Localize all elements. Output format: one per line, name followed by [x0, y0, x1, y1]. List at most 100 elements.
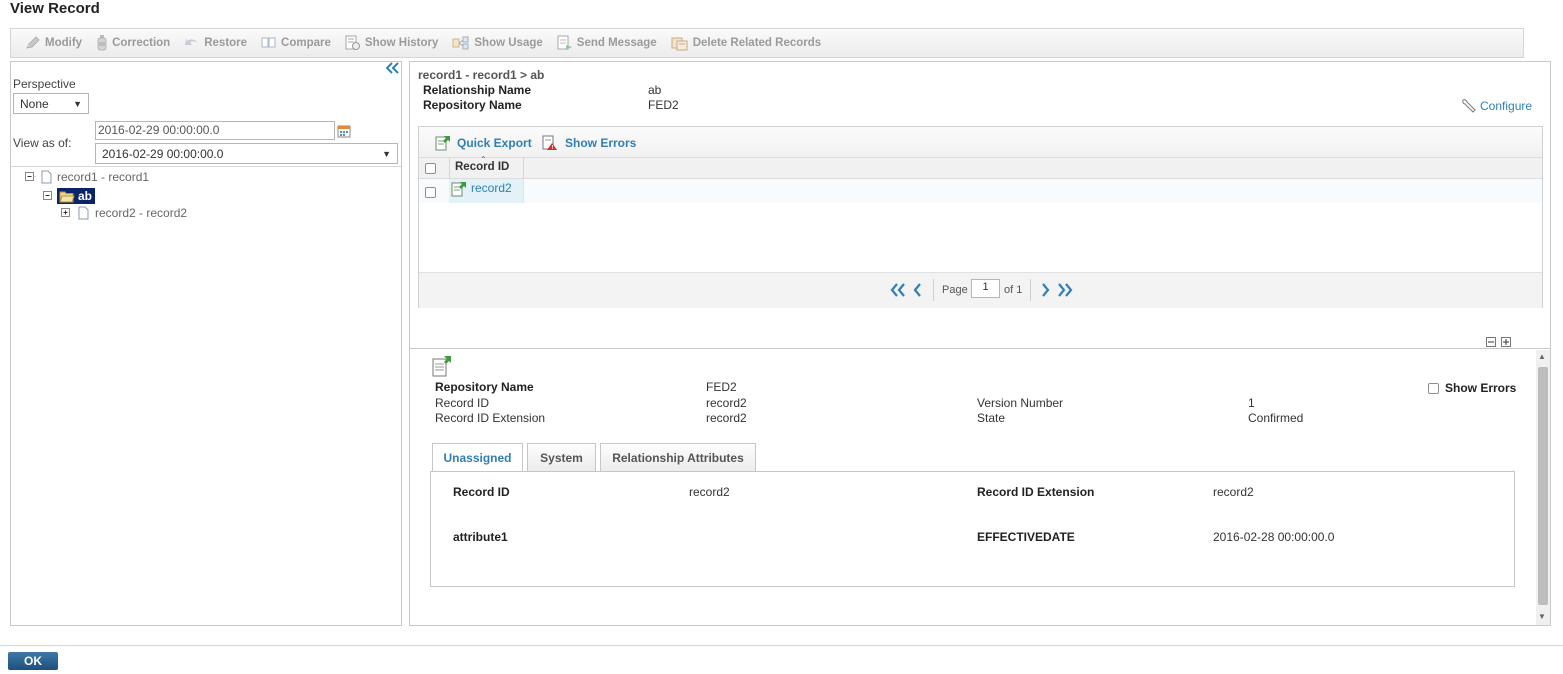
- detail-version-number-label: Version Number: [977, 396, 1064, 410]
- modify-button[interactable]: Modify: [25, 36, 82, 50]
- compare-pages-icon: [261, 37, 276, 48]
- tree-node-ab-label: ab: [78, 189, 93, 203]
- attr-record-id-ext-value: record2: [1213, 485, 1254, 499]
- calendar-icon[interactable]: [337, 124, 351, 138]
- relationship-name-label: Relationship Name: [423, 83, 532, 97]
- page-number-input[interactable]: 1: [971, 279, 1000, 298]
- tab-system[interactable]: System: [527, 443, 596, 471]
- restore-label: Restore: [204, 37, 248, 49]
- restore-button[interactable]: Restore: [184, 36, 247, 50]
- show-history-button[interactable]: Show History: [345, 35, 438, 51]
- tree-expand-icon[interactable]: [60, 207, 72, 219]
- last-page-icon[interactable]: [1057, 283, 1073, 297]
- detail-record-id-ext-value: record2: [706, 411, 747, 425]
- attr-effectivedate-label: EFFECTIVEDATE: [977, 530, 1075, 544]
- tab-unassigned[interactable]: Unassigned: [432, 443, 523, 472]
- configure-link[interactable]: Configure: [1460, 98, 1532, 114]
- collapse-double-chevron-icon[interactable]: [386, 62, 400, 74]
- send-message-icon: [557, 35, 572, 50]
- usage-icon: [452, 36, 469, 50]
- dropdown-arrow-icon: ▼: [382, 148, 391, 159]
- correction-label: Correction: [112, 37, 171, 49]
- modify-label: Modify: [45, 37, 83, 49]
- view-as-of-date-input[interactable]: 2016-02-29 00:00:00.0: [95, 121, 335, 140]
- scroll-up-icon[interactable]: ▲: [1538, 352, 1546, 361]
- attr-record-id-value: record2: [689, 485, 730, 499]
- tree-collapse-icon[interactable]: [42, 190, 54, 202]
- attr-attribute1-label: attribute1: [453, 530, 508, 544]
- repository-name-label: Repository Name: [423, 98, 522, 112]
- ok-button[interactable]: OK: [8, 652, 58, 670]
- grid-empty-area: [419, 203, 1542, 272]
- attr-effectivedate-value: 2016-02-28 00:00:00.0: [1213, 530, 1335, 544]
- configure-label: Configure: [1480, 99, 1533, 113]
- delete-related-icon: [671, 37, 688, 51]
- left-panel: Perspective None ▼ View as of: 2016-02-2…: [10, 61, 402, 626]
- show-errors-grid-button[interactable]: ! Show Errors: [542, 135, 636, 151]
- tree-node-record1[interactable]: record1 - record1: [24, 170, 149, 184]
- row-checkbox[interactable]: [425, 187, 436, 198]
- detail-version-number-value: 1: [1248, 396, 1255, 410]
- detail-record-id-label: Record ID: [435, 396, 490, 410]
- breadcrumb: record1 - record1 > ab: [418, 68, 545, 82]
- pager-divider: [933, 279, 934, 301]
- compare-button[interactable]: Compare: [261, 36, 331, 50]
- show-usage-button[interactable]: Show Usage: [452, 36, 543, 50]
- folder-open-icon: [59, 191, 75, 202]
- select-all-checkbox[interactable]: [425, 163, 436, 174]
- panel-splitter[interactable]: [410, 348, 1550, 349]
- perspective-select[interactable]: None ▼: [13, 93, 89, 114]
- perspective-label: Perspective: [13, 77, 76, 91]
- pencil-icon: [26, 36, 40, 49]
- minimize-icon[interactable]: [1486, 337, 1496, 347]
- table-row[interactable]: record2: [419, 179, 1542, 203]
- tree-node-record1-label: record1 - record1: [57, 170, 150, 184]
- view-as-of-label: View as of:: [13, 136, 72, 150]
- wrench-icon: [1462, 99, 1476, 113]
- dropdown-arrow-icon: ▼: [73, 98, 82, 109]
- next-page-icon[interactable]: [1041, 283, 1051, 297]
- show-errors-checkbox-row[interactable]: Show Errors: [1428, 381, 1516, 395]
- error-document-icon: !: [542, 135, 557, 151]
- tab-content-unassigned: Record ID record2 Record ID Extension re…: [430, 471, 1515, 587]
- quick-export-button[interactable]: Quick Export: [435, 135, 532, 151]
- column-divider: [449, 158, 450, 179]
- previous-page-icon[interactable]: [912, 283, 922, 297]
- view-as-of-date-select[interactable]: 2016-02-29 00:00:00.0 ▼: [95, 143, 398, 164]
- detail-repository-name-label: Repository Name: [435, 380, 534, 394]
- record-detail-icon: [432, 356, 451, 377]
- maximize-icon[interactable]: [1501, 337, 1511, 347]
- right-panel: record1 - record1 > ab Relationship Name…: [409, 61, 1551, 626]
- detail-state-label: State: [977, 411, 1006, 425]
- history-doc-icon: [345, 35, 360, 50]
- page-label: Page: [942, 284, 968, 296]
- tree-node-ab[interactable]: ab: [42, 188, 96, 204]
- attr-record-id-ext-label: Record ID Extension: [977, 485, 1095, 499]
- date-select-value: 2016-02-29 00:00:00.0: [102, 146, 224, 161]
- send-message-button[interactable]: Send Message: [557, 35, 657, 51]
- main-toolbar: Modify Correction Restore Compare Show H…: [10, 28, 1524, 58]
- show-usage-label: Show Usage: [474, 37, 543, 49]
- correction-button[interactable]: Correction: [96, 35, 170, 51]
- repository-name-value: FED2: [648, 98, 679, 112]
- attr-record-id-label: Record ID: [453, 485, 510, 499]
- show-errors-checkbox[interactable]: [1428, 382, 1439, 394]
- detail-repository-name-value: FED2: [706, 380, 737, 394]
- tab-relationship-attributes[interactable]: Relationship Attributes: [600, 443, 756, 471]
- detail-record-id-ext-label: Record ID Extension: [435, 411, 546, 425]
- detail-record-id-value: record2: [706, 396, 747, 410]
- show-history-label: Show History: [364, 37, 439, 49]
- scrollbar-thumb[interactable]: [1538, 367, 1548, 605]
- quick-export-label: Quick Export: [457, 136, 532, 150]
- first-page-icon[interactable]: [890, 283, 906, 297]
- column-divider: [523, 158, 524, 179]
- tree-node-record2[interactable]: record2 - record2: [60, 206, 187, 220]
- tree-collapse-icon[interactable]: [24, 171, 36, 183]
- relationship-name-value: ab: [648, 83, 662, 97]
- record2-link[interactable]: record2: [471, 181, 512, 195]
- delete-related-records-button[interactable]: Delete Related Records: [671, 35, 821, 51]
- show-errors-grid-label: Show Errors: [565, 136, 637, 150]
- scroll-down-icon[interactable]: ▼: [1538, 612, 1546, 621]
- sort-icon[interactable]: ⌃: [480, 155, 487, 164]
- export-icon: [435, 136, 450, 151]
